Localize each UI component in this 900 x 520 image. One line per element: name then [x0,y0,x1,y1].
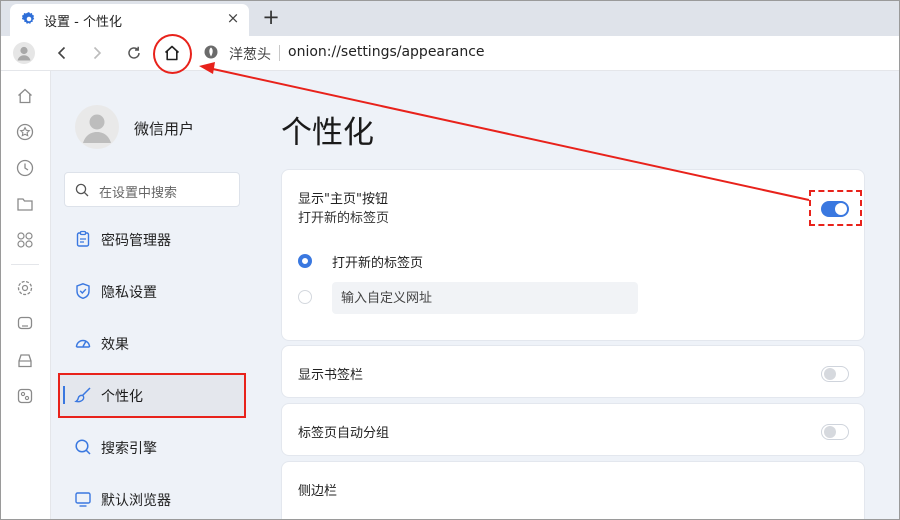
shield-icon [76,283,90,300]
nav-label: 个性化 [101,389,143,405]
home-icon[interactable] [16,87,34,105]
tab-grouping-card: 标签页自动分组 [281,403,865,456]
home-button[interactable] [160,41,184,65]
sidebar-title: 侧边栏 [298,484,338,499]
settings-search-input[interactable]: 在设置中搜索 [64,172,240,207]
clipboard-icon [76,230,90,247]
search-icon [75,439,91,455]
home-button-card: 显示"主页"按钮 打开新的标签页 打开新的标签页 [281,169,865,341]
gauge-icon [75,339,91,348]
profile-button[interactable] [12,41,36,65]
home-button-toggle[interactable] [821,201,849,217]
sidebar-card: 侧边栏 [281,461,865,519]
folder-icon[interactable] [16,195,34,213]
new-tab-button[interactable]: + [261,4,281,30]
radio-new-tab[interactable] [298,254,312,268]
tab-title: 设置 - 个性化 [44,15,122,30]
search-placeholder: 在设置中搜索 [99,186,178,201]
avatar[interactable] [75,105,119,149]
address-divider [279,45,280,61]
radio-new-tab-label: 打开新的标签页 [332,256,424,271]
settings-nav: 微信用户 在设置中搜索 密码管理器 隐私设置 效果 个性化 搜索引擎 默认浏览器 [51,71,251,519]
avatar-icon [13,42,35,64]
tab-grouping-title: 标签页自动分组 [298,426,390,441]
active-indicator [63,386,65,404]
tools-icon[interactable] [16,387,34,405]
toggle-knob [835,203,847,215]
toggle-knob [824,426,836,438]
star-icon[interactable] [16,123,34,141]
browser-window: 设置 - 个性化 × + 洋葱头 onion://settings/appear… [0,0,900,520]
chat-icon[interactable] [16,315,34,333]
monitor-icon [75,492,91,507]
bookmarks-bar-card: 显示书签栏 [281,345,865,398]
site-name: 洋葱头 [229,47,271,63]
tab-strip: 设置 - 个性化 × + [1,1,899,36]
tab-close-button[interactable]: × [225,9,241,27]
toolbar: 洋葱头 onion://settings/appearance [1,36,899,71]
home-icon [164,45,180,61]
forward-button[interactable] [85,41,109,65]
nav-item-performance[interactable]: 效果 [59,321,245,365]
home-button-subtitle: 打开新的标签页 [298,211,390,226]
chevron-left-icon [57,46,66,60]
rail-divider [11,264,39,265]
page-title: 个性化 [281,115,374,151]
nav-item-appearance[interactable]: 个性化 [59,373,245,417]
avatar-icon [83,114,111,143]
tab-grouping-toggle[interactable] [821,424,849,440]
nav-item-privacy[interactable]: 隐私设置 [59,269,245,313]
reload-icon [128,46,140,59]
download-icon[interactable] [16,351,34,369]
apps-icon[interactable] [16,231,34,249]
brush-icon [74,387,91,403]
search-icon [75,183,89,197]
nav-label: 搜索引擎 [101,441,157,457]
address-bar[interactable]: onion://settings/appearance [288,44,485,60]
bookmarks-bar-title: 显示书签栏 [298,368,364,383]
reload-button[interactable] [122,41,146,65]
settings-icon[interactable] [16,279,34,297]
side-rail [1,71,51,519]
custom-url-input[interactable] [332,282,638,314]
settings-content: 个性化 显示"主页"按钮 打开新的标签页 打开新的标签页 显示书签栏 标签页自动… [251,71,899,519]
nav-item-passwords[interactable]: 密码管理器 [59,217,245,261]
onion-icon [204,45,218,59]
nav-label: 默认浏览器 [101,493,171,509]
home-button-title: 显示"主页"按钮 [298,192,388,207]
history-icon[interactable] [16,159,34,177]
chevron-right-icon [93,46,102,60]
back-button[interactable] [50,41,74,65]
nav-label: 密码管理器 [101,233,171,249]
nav-label: 隐私设置 [101,285,157,301]
toggle-knob [824,368,836,380]
nav-item-default-browser[interactable]: 默认浏览器 [59,477,245,519]
tab-settings[interactable]: 设置 - 个性化 × [10,4,249,36]
radio-custom-url[interactable] [298,290,312,304]
nav-label: 效果 [101,337,129,353]
gear-icon [22,12,35,24]
nav-item-search-engine[interactable]: 搜索引擎 [59,425,245,469]
profile-name: 微信用户 [134,120,195,138]
bookmarks-bar-toggle[interactable] [821,366,849,382]
